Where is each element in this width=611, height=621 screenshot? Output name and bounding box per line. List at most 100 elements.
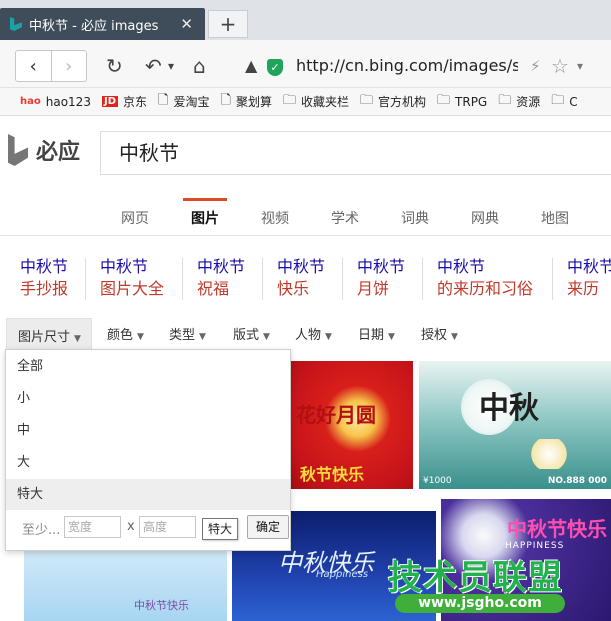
related-separator: [552, 258, 553, 300]
folder-icon: 🗀: [551, 92, 565, 108]
related-line-1: 中秋节: [567, 257, 611, 276]
tab-title: 中秋节 - 必应 images: [29, 18, 159, 34]
height-field[interactable]: 高度: [139, 516, 196, 538]
related-line-1: 中秋节: [357, 257, 406, 276]
scope-videos[interactable]: 视频: [261, 208, 289, 228]
size-option-medium[interactable]: 中: [6, 415, 290, 446]
chevron-down-icon: ▼: [388, 332, 395, 342]
filter-layout[interactable]: 版式 ▼: [233, 324, 270, 343]
address-bar[interactable]: http://cn.bing.com/images/searc: [296, 56, 518, 75]
scope-tabs: 网页 图片 视频 学术 词典 网典 地图: [0, 200, 611, 234]
related-separator: [422, 258, 423, 300]
filter-label: 授权: [421, 328, 448, 343]
image-caption-text: Happiness: [316, 569, 369, 580]
related-item[interactable]: 中秋节 的来历和习俗: [437, 256, 533, 300]
bookmark-label: 爱淘宝: [173, 95, 210, 109]
bookmark-jd[interactable]: JD 京东: [101, 93, 148, 110]
confirm-button[interactable]: 确定: [247, 515, 289, 539]
bookmark-aitaobao[interactable]: 🗋 爱淘宝: [158, 91, 209, 113]
related-item[interactable]: 中秋节 来历: [567, 256, 611, 300]
folder-icon: 🗀: [498, 92, 512, 108]
active-scope-indicator: [183, 198, 227, 201]
search-input[interactable]: 中秋节: [100, 131, 611, 175]
speed-mode-icon[interactable]: ⚡: [530, 54, 541, 78]
bookmark-label: 京东: [123, 95, 148, 109]
scope-images[interactable]: 图片: [191, 208, 219, 228]
scope-web[interactable]: 网页: [121, 208, 149, 228]
bookmark-juhuasuan[interactable]: 🗋 聚划算: [220, 91, 271, 113]
filter-label: 版式: [233, 328, 260, 343]
related-line-2: 月饼: [357, 279, 390, 298]
related-item[interactable]: 中秋节 祝福: [197, 256, 245, 300]
bookmark-label: 资源: [516, 95, 541, 109]
bing-favicon-icon: [10, 17, 22, 31]
related-line-1: 中秋节: [277, 257, 326, 276]
related-item[interactable]: 中秋节 图片大全: [100, 256, 164, 300]
undo-icon[interactable]: ↶: [145, 54, 162, 78]
bookmark-folder-official[interactable]: 🗀 官方机构: [360, 91, 426, 113]
bookmark-folder-favorites[interactable]: 🗀 收藏夹栏: [283, 91, 349, 113]
reload-icon[interactable]: ↻: [106, 54, 123, 78]
new-tab-button[interactable]: +: [208, 10, 248, 38]
page-icon: 🗋: [158, 92, 169, 108]
size-option-all[interactable]: 全部: [6, 351, 290, 382]
bookmark-folder-trpg[interactable]: 🗀 TRPG: [437, 91, 487, 113]
scope-academic[interactable]: 学术: [331, 208, 359, 228]
forward-button[interactable]: ›: [52, 51, 87, 81]
browser-tab-active[interactable]: 中秋节 - 必应 images ✕: [0, 8, 205, 40]
related-separator: [262, 258, 263, 300]
related-separator: [342, 258, 343, 300]
scope-netdict[interactable]: 网典: [471, 208, 499, 228]
bookmark-folder-c[interactable]: 🗀 C: [551, 91, 577, 113]
security-shield-icon[interactable]: ✓: [267, 59, 283, 76]
filter-type[interactable]: 类型 ▼: [169, 324, 206, 343]
address-menu-icon[interactable]: ▾: [577, 54, 583, 78]
related-searches: 中秋节 手抄报 中秋节图片大全 中秋节 祝福 中秋节 快乐 中秋节月饼 中秋节 的来历和…: [0, 256, 611, 306]
bookmark-hao123[interactable]: hao hao123: [20, 95, 91, 109]
related-item[interactable]: 中秋节 月饼: [357, 256, 405, 300]
filter-label: 人物: [295, 328, 322, 343]
watermark-logo: 技术员联盟: [388, 550, 564, 598]
undo-menu-icon[interactable]: ▾: [168, 54, 174, 78]
nav-buttons: ‹ ›: [15, 50, 87, 82]
size-option-small[interactable]: 小: [6, 383, 290, 414]
favorite-star-icon[interactable]: ☆: [551, 54, 569, 78]
bing-b-icon: [8, 134, 28, 166]
filter-license[interactable]: 授权 ▼: [421, 324, 458, 343]
bing-logo-text: 必应: [36, 140, 81, 165]
chevron-down-icon: ▼: [199, 332, 206, 342]
chevron-down-icon: ▼: [263, 332, 270, 342]
scope-maps[interactable]: 地图: [541, 208, 569, 228]
watermark-url: www.jsgho.com: [395, 594, 565, 613]
related-item[interactable]: 中秋节 快乐: [277, 256, 325, 300]
folder-icon: 🗀: [437, 92, 451, 108]
tab-close-icon[interactable]: ✕: [180, 15, 193, 33]
related-line-2: 来历: [567, 279, 600, 298]
header-divider: [0, 235, 611, 236]
custom-size-label: 至少...: [22, 523, 61, 538]
bookmark-folder-resources[interactable]: 🗀 资源: [498, 91, 540, 113]
filter-date[interactable]: 日期 ▼: [358, 324, 395, 343]
bookmark-label: 聚划算: [235, 95, 272, 109]
site-info-icon[interactable]: ▲: [245, 54, 257, 78]
related-line-2: 图片大全: [100, 279, 165, 298]
size-separator: x: [127, 519, 135, 534]
image-result[interactable]: 中秋 NO.888 000 ¥1000: [419, 361, 611, 489]
scope-dictionary[interactable]: 词典: [401, 208, 429, 228]
size-option-large[interactable]: 大: [6, 447, 290, 478]
back-button[interactable]: ‹: [16, 51, 52, 81]
image-size-dropdown: 全部 小 中 大 特大 至少... 宽度 x 高度 确定: [5, 349, 291, 551]
filter-people[interactable]: 人物 ▼: [295, 324, 332, 343]
image-result[interactable]: 花好月圆 秋节快乐: [290, 361, 413, 489]
filter-image-size[interactable]: 图片尺寸 ▼: [6, 318, 92, 350]
width-field[interactable]: 宽度: [64, 516, 121, 538]
related-separator: [85, 258, 86, 300]
jd-icon: JD: [101, 96, 118, 107]
size-option-extra-large[interactable]: 特大: [6, 479, 290, 510]
home-icon[interactable]: ⌂: [193, 54, 206, 78]
filter-color[interactable]: 颜色 ▼: [107, 324, 144, 343]
image-result[interactable]: 中秋节快乐: [24, 540, 227, 621]
related-item[interactable]: 中秋节 手抄报: [20, 256, 68, 300]
related-line-1: 中秋节: [100, 257, 149, 276]
bing-logo[interactable]: 必应: [8, 134, 80, 166]
